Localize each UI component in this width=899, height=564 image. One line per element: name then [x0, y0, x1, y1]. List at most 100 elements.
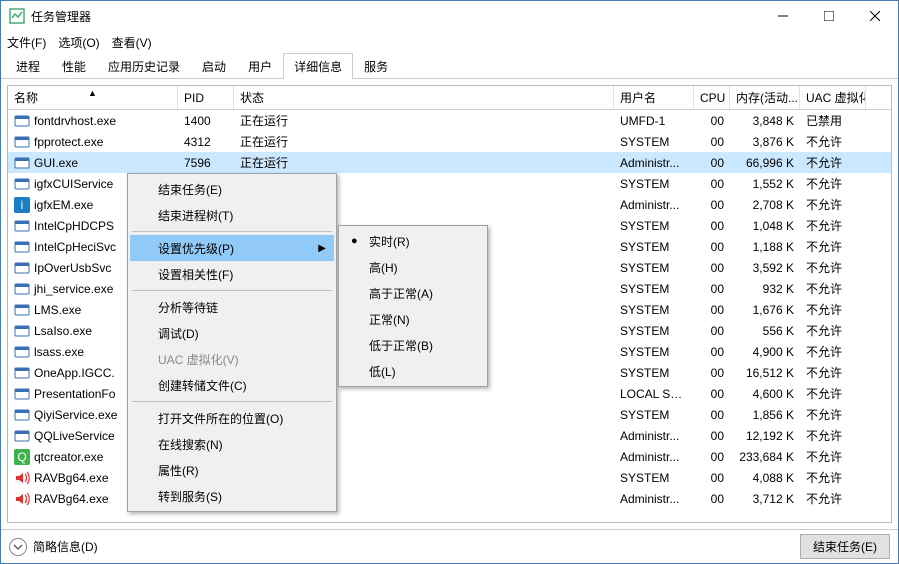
col-cpu[interactable]: CPU — [694, 86, 730, 109]
priority-submenu[interactable]: 实时(R)●高(H)高于正常(A)正常(N)低于正常(B)低(L) — [338, 225, 488, 387]
menu-options[interactable]: 选项(O) — [58, 34, 99, 51]
menu-item[interactable]: 调试(D) — [130, 320, 334, 346]
cell-cpu: 00 — [694, 303, 730, 317]
cell-cpu: 00 — [694, 198, 730, 212]
menu-item[interactable]: 正常(N) — [341, 306, 485, 332]
cell-user: SYSTEM — [614, 261, 694, 275]
process-name: lsass.exe — [34, 345, 84, 359]
process-name: IpOverUsbSvc — [34, 261, 111, 275]
cell-user: SYSTEM — [614, 366, 694, 380]
cell-user: SYSTEM — [614, 471, 694, 485]
cell-uac: 不允许 — [800, 280, 866, 297]
cell-cpu: 00 — [694, 219, 730, 233]
menu-item: UAC 虚拟化(V) — [130, 346, 334, 372]
menu-item[interactable]: 转到服务(S) — [130, 483, 334, 509]
process-icon — [14, 113, 30, 129]
process-icon: Q — [14, 449, 30, 465]
process-icon — [14, 176, 30, 192]
tab-2[interactable]: 应用历史记录 — [97, 53, 191, 79]
cell-user: Administr... — [614, 492, 694, 506]
cell-uac: 不允许 — [800, 406, 866, 423]
menubar: 文件(F) 选项(O) 查看(V) — [1, 31, 898, 53]
menu-item[interactable]: 低(L) — [341, 358, 485, 384]
cell-user: SYSTEM — [614, 219, 694, 233]
process-icon — [14, 218, 30, 234]
process-name: QiyiService.exe — [34, 408, 117, 422]
process-name: qtcreator.exe — [34, 450, 103, 464]
process-name: GUI.exe — [34, 156, 78, 170]
process-icon — [14, 239, 30, 255]
cell-uac: 不允许 — [800, 343, 866, 360]
process-name: QQLiveService — [34, 429, 115, 443]
process-name: igfxCUIService — [34, 177, 113, 191]
menu-item[interactable]: 高于正常(A) — [341, 280, 485, 306]
cell-cpu: 00 — [694, 492, 730, 506]
menu-item[interactable]: 属性(R) — [130, 457, 334, 483]
col-user[interactable]: 用户名 — [614, 86, 694, 109]
table-row[interactable]: GUI.exe7596正在运行Administr...0066,996 K不允许 — [8, 152, 891, 173]
cell-user: SYSTEM — [614, 135, 694, 149]
titlebar: 任务管理器 — [1, 1, 898, 31]
process-name: fontdrvhost.exe — [34, 114, 116, 128]
cell-cpu: 00 — [694, 156, 730, 170]
menu-item[interactable]: 低于正常(B) — [341, 332, 485, 358]
tab-0[interactable]: 进程 — [5, 53, 51, 79]
end-task-button[interactable]: 结束任务(E) — [800, 534, 890, 559]
col-uac[interactable]: UAC 虚拟化 — [800, 86, 866, 109]
table-row[interactable]: fontdrvhost.exe1400正在运行UMFD-1003,848 K已禁… — [8, 110, 891, 131]
process-name: PresentationFo — [34, 387, 115, 401]
menu-item[interactable]: 实时(R)● — [341, 228, 485, 254]
maximize-button[interactable] — [806, 1, 852, 31]
col-state[interactable]: 状态 — [234, 86, 614, 109]
window-controls — [760, 1, 898, 31]
cell-pid: 1400 — [178, 114, 234, 128]
minimize-button[interactable] — [760, 1, 806, 31]
fewer-details-button[interactable] — [9, 538, 27, 556]
col-mem[interactable]: 内存(活动... — [730, 86, 800, 109]
cell-mem: 16,512 K — [730, 366, 800, 380]
menu-item[interactable]: 结束进程树(T) — [130, 202, 334, 228]
process-name: jhi_service.exe — [34, 282, 113, 296]
col-pid[interactable]: PID — [178, 86, 234, 109]
close-button[interactable] — [852, 1, 898, 31]
cell-mem: 1,676 K — [730, 303, 800, 317]
table-row[interactable]: fpprotect.exe4312正在运行SYSTEM003,876 K不允许 — [8, 131, 891, 152]
menu-item[interactable]: 打开文件所在的位置(O) — [130, 405, 334, 431]
tab-4[interactable]: 用户 — [237, 53, 283, 79]
cell-user: SYSTEM — [614, 240, 694, 254]
process-icon — [14, 281, 30, 297]
tab-1[interactable]: 性能 — [51, 53, 97, 79]
process-icon — [14, 302, 30, 318]
cell-uac: 已禁用 — [800, 112, 866, 129]
menu-item[interactable]: 设置相关性(F) — [130, 261, 334, 287]
menu-item[interactable]: 设置优先级(P)▶ — [130, 235, 334, 261]
menu-item[interactable]: 结束任务(E) — [130, 176, 334, 202]
cell-mem: 66,996 K — [730, 156, 800, 170]
menu-item[interactable]: 在线搜索(N) — [130, 431, 334, 457]
menu-item[interactable]: 高(H) — [341, 254, 485, 280]
cell-mem: 12,192 K — [730, 429, 800, 443]
cell-user: SYSTEM — [614, 177, 694, 191]
menu-item[interactable]: 分析等待链 — [130, 294, 334, 320]
tab-3[interactable]: 启动 — [191, 53, 237, 79]
cell-uac: 不允许 — [800, 490, 866, 507]
brief-info-label[interactable]: 简略信息(D) — [33, 538, 98, 555]
cell-user: Administr... — [614, 429, 694, 443]
svg-text:Q: Q — [17, 450, 26, 464]
cell-cpu: 00 — [694, 366, 730, 380]
menu-item[interactable]: 创建转储文件(C) — [130, 372, 334, 398]
context-menu[interactable]: 结束任务(E)结束进程树(T) 设置优先级(P)▶设置相关性(F) 分析等待链调试(… — [127, 173, 337, 512]
tab-5[interactable]: 详细信息 — [283, 53, 353, 79]
process-icon — [14, 407, 30, 423]
cell-user: Administr... — [614, 156, 694, 170]
process-name: OneApp.IGCC. — [34, 366, 115, 380]
menu-view[interactable]: 查看(V) — [112, 34, 152, 51]
cell-uac: 不允许 — [800, 301, 866, 318]
process-name: LsaIso.exe — [34, 324, 92, 338]
cell-uac: 不允许 — [800, 133, 866, 150]
tab-strip: 进程性能应用历史记录启动用户详细信息服务 — [1, 53, 898, 79]
cell-state: 正在运行 — [234, 112, 614, 129]
tab-6[interactable]: 服务 — [353, 53, 399, 79]
svg-text:i: i — [21, 198, 24, 212]
menu-file[interactable]: 文件(F) — [7, 34, 46, 51]
